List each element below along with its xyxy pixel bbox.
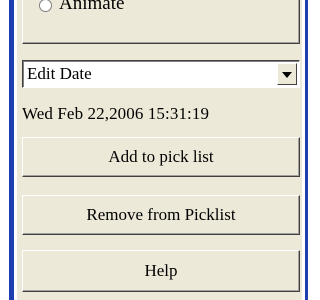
remove-from-picklist-label: Remove from Picklist	[86, 205, 236, 224]
animate-option[interactable]: Animate	[22, 0, 300, 44]
add-to-pick-list-label: Add to pick list	[108, 147, 214, 166]
date-field-select-value: Edit Date	[27, 64, 92, 83]
date-field-select[interactable]: Edit Date	[22, 60, 300, 88]
add-to-pick-list-button[interactable]: Add to pick list	[22, 137, 300, 177]
date-display: Wed Feb 22,2006 15:31:19	[22, 104, 210, 123]
animate-label: Animate	[59, 0, 125, 14]
remove-from-picklist-button[interactable]: Remove from Picklist	[22, 195, 300, 235]
help-button[interactable]: Help	[22, 250, 300, 292]
window-frame-left	[9, 0, 14, 300]
chevron-down-icon[interactable]	[277, 63, 297, 85]
help-label: Help	[144, 261, 178, 280]
window-frame-right	[305, 0, 308, 300]
stage: Animate Edit Date Wed Feb 22,2006 15:31:…	[0, 0, 315, 300]
animate-radio[interactable]	[39, 0, 52, 12]
